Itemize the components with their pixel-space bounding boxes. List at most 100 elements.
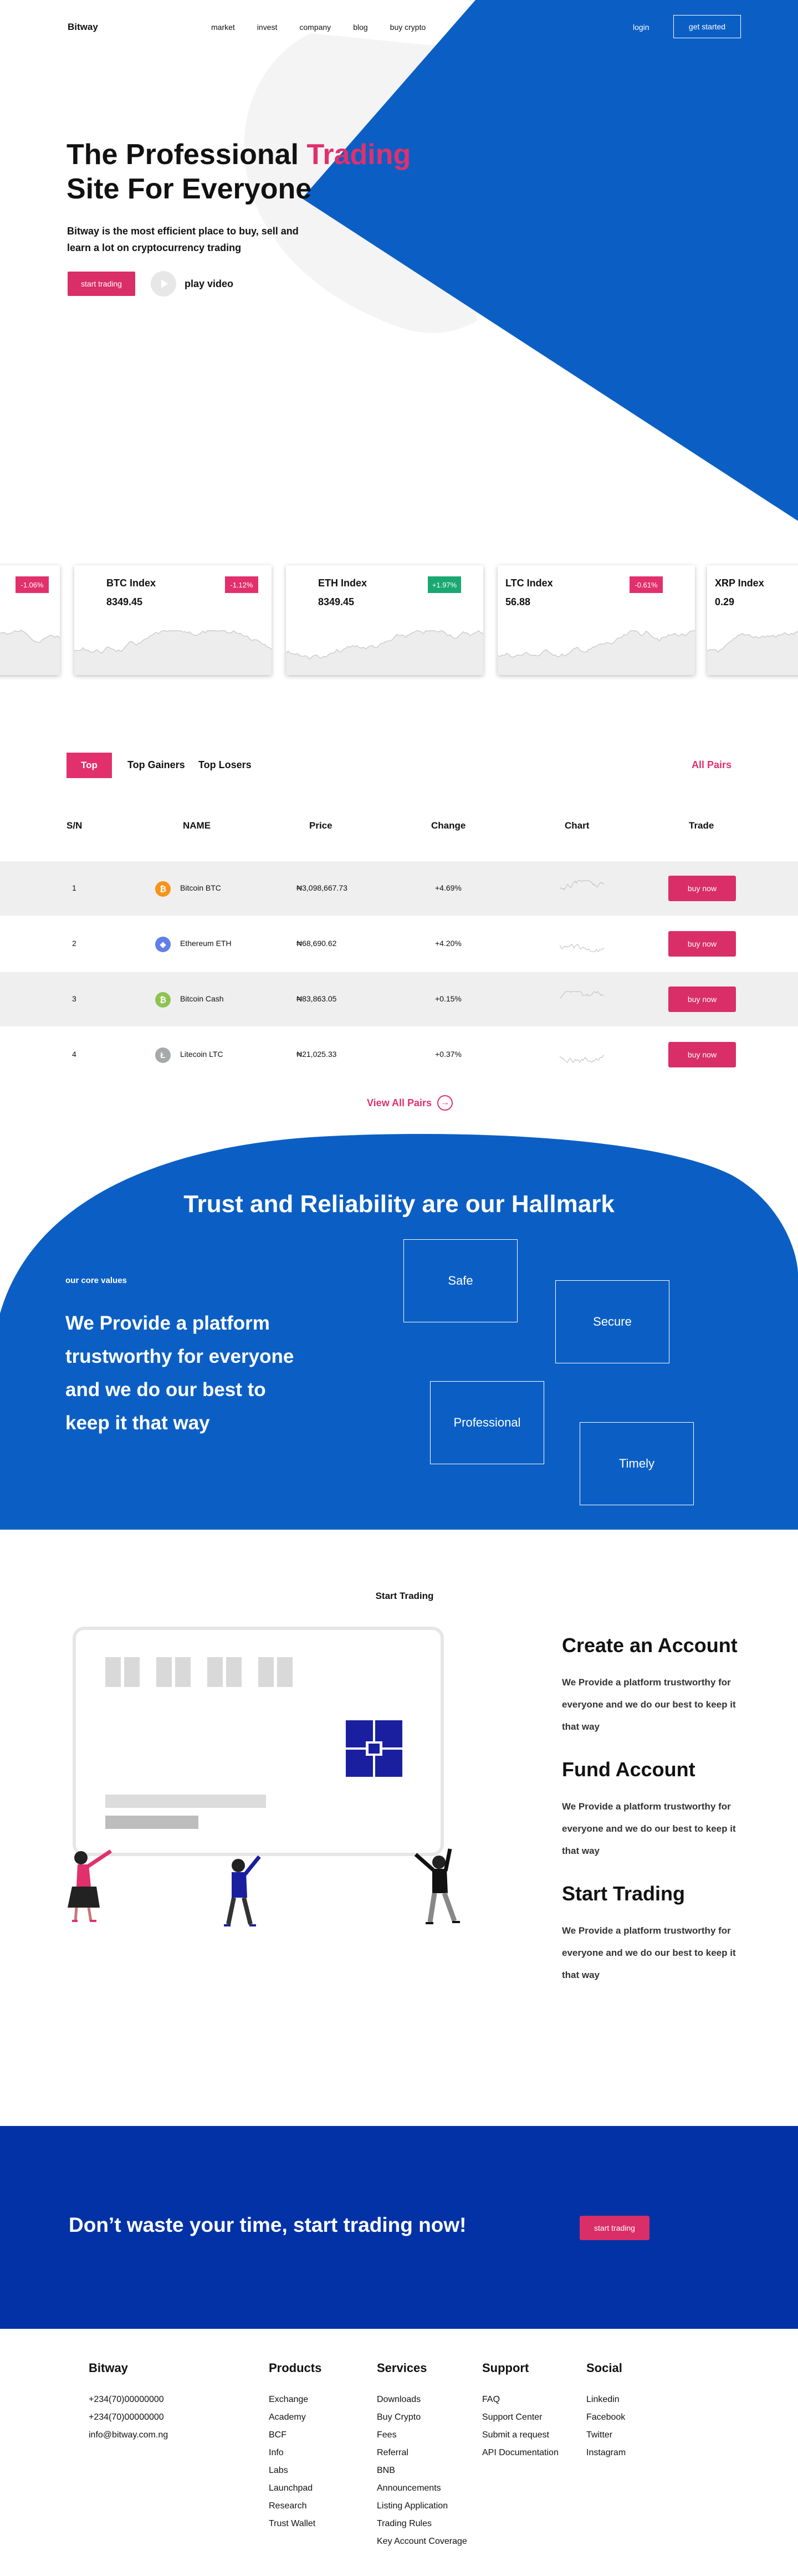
footer-link[interactable]: Fees [377,2426,467,2444]
trust-heading: Trust and Reliability are our Hallmark [183,1190,615,1218]
index-sparkline [0,630,60,675]
value-box-secure: Secure [555,1280,669,1363]
step-heading-start-trading: Start Trading [562,1882,686,1905]
nav-link-market[interactable]: market [211,23,235,32]
buy-now-button[interactable]: buy now [668,987,736,1012]
hero-title-part2: Site For Everyone [66,173,312,205]
get-started-button[interactable]: get started [673,15,741,38]
index-value: 56.88 [505,596,531,607]
buy-now-button[interactable]: buy now [668,1042,736,1067]
buy-now-button[interactable]: buy now [668,931,736,957]
row-change: +4.20% [435,939,462,948]
footer-link[interactable]: Referral [377,2444,467,2462]
view-all-pairs-link[interactable]: View All Pairs → [367,1095,453,1111]
index-sparkline [286,630,483,675]
site-logo[interactable]: Bitway [68,22,98,33]
mini-chart-line [560,1055,604,1063]
row-price: ₦83,863.05 [296,994,337,1003]
litecoin-icon: Ł [155,1047,171,1063]
top-nav: Bitway market invest company blog buy cr… [0,0,798,55]
index-sparkline [707,631,798,675]
nav-link-company[interactable]: company [299,23,331,32]
footer-link[interactable]: Downloads [377,2391,467,2409]
footer-link[interactable]: API Documentation [482,2444,559,2462]
footer-link[interactable]: Launchpad [269,2480,321,2497]
cta-start-trading-button[interactable]: start trading [580,2216,649,2240]
index-value: 8349.45 [318,596,355,607]
footer-link[interactable]: Announcements [377,2480,467,2497]
row-sn: 3 [72,994,76,1003]
index-name: LTC Index [505,577,553,589]
column-header-chart: Chart [565,820,590,831]
index-sparkline [74,630,272,675]
footer-link[interactable]: Submit a request [482,2426,559,2444]
tab-top-losers[interactable]: Top Losers [198,759,252,771]
row-coin-name: Litecoin LTC [180,1050,223,1059]
footer-link[interactable]: Labs [269,2462,321,2480]
table-row: 3 ₿ Bitcoin Cash ₦83,863.05 +0.15% buy n… [0,972,798,1026]
row-change: +4.69% [435,883,462,892]
index-name: ETH Index [318,577,367,589]
footer-email[interactable]: info@bitway.com.ng [89,2426,168,2444]
index-card[interactable]: ETH Index 8349.45 +1.97% [286,565,483,675]
footer-link[interactable]: Research [269,2497,321,2515]
footer-link[interactable]: BCF [269,2426,321,2444]
column-header-trade: Trade [689,820,714,831]
value-box-safe: Safe [403,1239,518,1322]
row-coin-name: Bitcoin Cash [180,994,224,1003]
tab-top-gainers[interactable]: Top Gainers [127,759,185,771]
play-video-label[interactable]: play video [185,278,233,290]
buy-now-button[interactable]: buy now [668,876,736,901]
index-change-badge: -1.12% [225,576,258,593]
footer-link[interactable]: Exchange [269,2391,321,2409]
footer-col-services: Services Downloads Buy Crypto Fees Refer… [377,2361,467,2551]
footer-link[interactable]: Support Center [482,2409,559,2426]
footer-link[interactable]: Buy Crypto [377,2409,467,2426]
all-pairs-link[interactable]: All Pairs [692,759,732,771]
row-mini-chart [560,880,604,891]
play-icon [161,279,168,288]
row-sn: 1 [72,883,76,892]
login-link[interactable]: login [633,23,649,32]
step-heading-fund-account: Fund Account [562,1758,695,1781]
nav-menu: market invest company blog buy crypto [211,23,426,32]
nav-link-blog[interactable]: blog [353,23,367,32]
footer-link-facebook[interactable]: Facebook [586,2409,626,2426]
ethereum-icon: ◆ [155,937,171,952]
index-value: 0.29 [715,596,735,607]
footer-link[interactable]: Info [269,2444,321,2462]
footer-phone[interactable]: +234(70)00000000 [89,2391,168,2409]
index-card[interactable]: XRP Index 0.29 [707,565,798,675]
footer-phone[interactable]: +234(70)00000000 [89,2409,168,2426]
footer-link-twitter[interactable]: Twitter [586,2426,626,2444]
footer-link[interactable]: FAQ [482,2391,559,2409]
footer-link[interactable]: Academy [269,2409,321,2426]
tab-top[interactable]: Top [66,753,112,778]
nav-link-buy-crypto[interactable]: buy crypto [390,23,426,32]
play-video-button[interactable] [151,271,176,297]
hero-title-accent: Trading [306,139,411,171]
bitcoin-icon: ₿ [155,881,171,897]
footer-link-linkedin[interactable]: Linkedin [586,2391,626,2409]
index-change-badge: -0.61% [630,576,663,593]
table-row: 4 Ł Litecoin LTC ₦21,025.33 +0.37% buy n… [0,1028,798,1082]
start-trading-button[interactable]: start trading [68,272,135,296]
footer-link[interactable]: Trading Rules [377,2515,467,2533]
row-change: +0.37% [435,1050,462,1059]
footer-link-instagram[interactable]: Instagram [586,2444,626,2462]
nav-link-invest[interactable]: invest [257,23,278,32]
footer-link[interactable]: Trust Wallet [269,2515,321,2533]
index-change-badge: +1.97% [428,576,461,593]
index-cards-strip: -1.06% BTC Index 8349.45 -1.12% ETH Inde… [0,560,798,687]
mini-chart-line [560,944,604,952]
index-card[interactable]: -1.06% [0,565,60,675]
index-card[interactable]: LTC Index 56.88 -0.61% [498,565,695,675]
footer-link[interactable]: Key Account Coverage [377,2533,467,2551]
footer-link[interactable]: Listing Application [377,2497,467,2515]
market-tabs: Top Top Gainers Top Losers All Pairs [66,753,732,780]
footer-link[interactable]: BNB [377,2462,467,2480]
index-card[interactable]: BTC Index 8349.45 -1.12% [74,565,272,675]
table-row: 1 ₿ Bitcoin BTC ₦3,098,667.73 +4.69% buy… [0,861,798,916]
bitcoin-cash-icon: ₿ [155,992,171,1008]
row-price: ₦21,025.33 [296,1050,337,1059]
